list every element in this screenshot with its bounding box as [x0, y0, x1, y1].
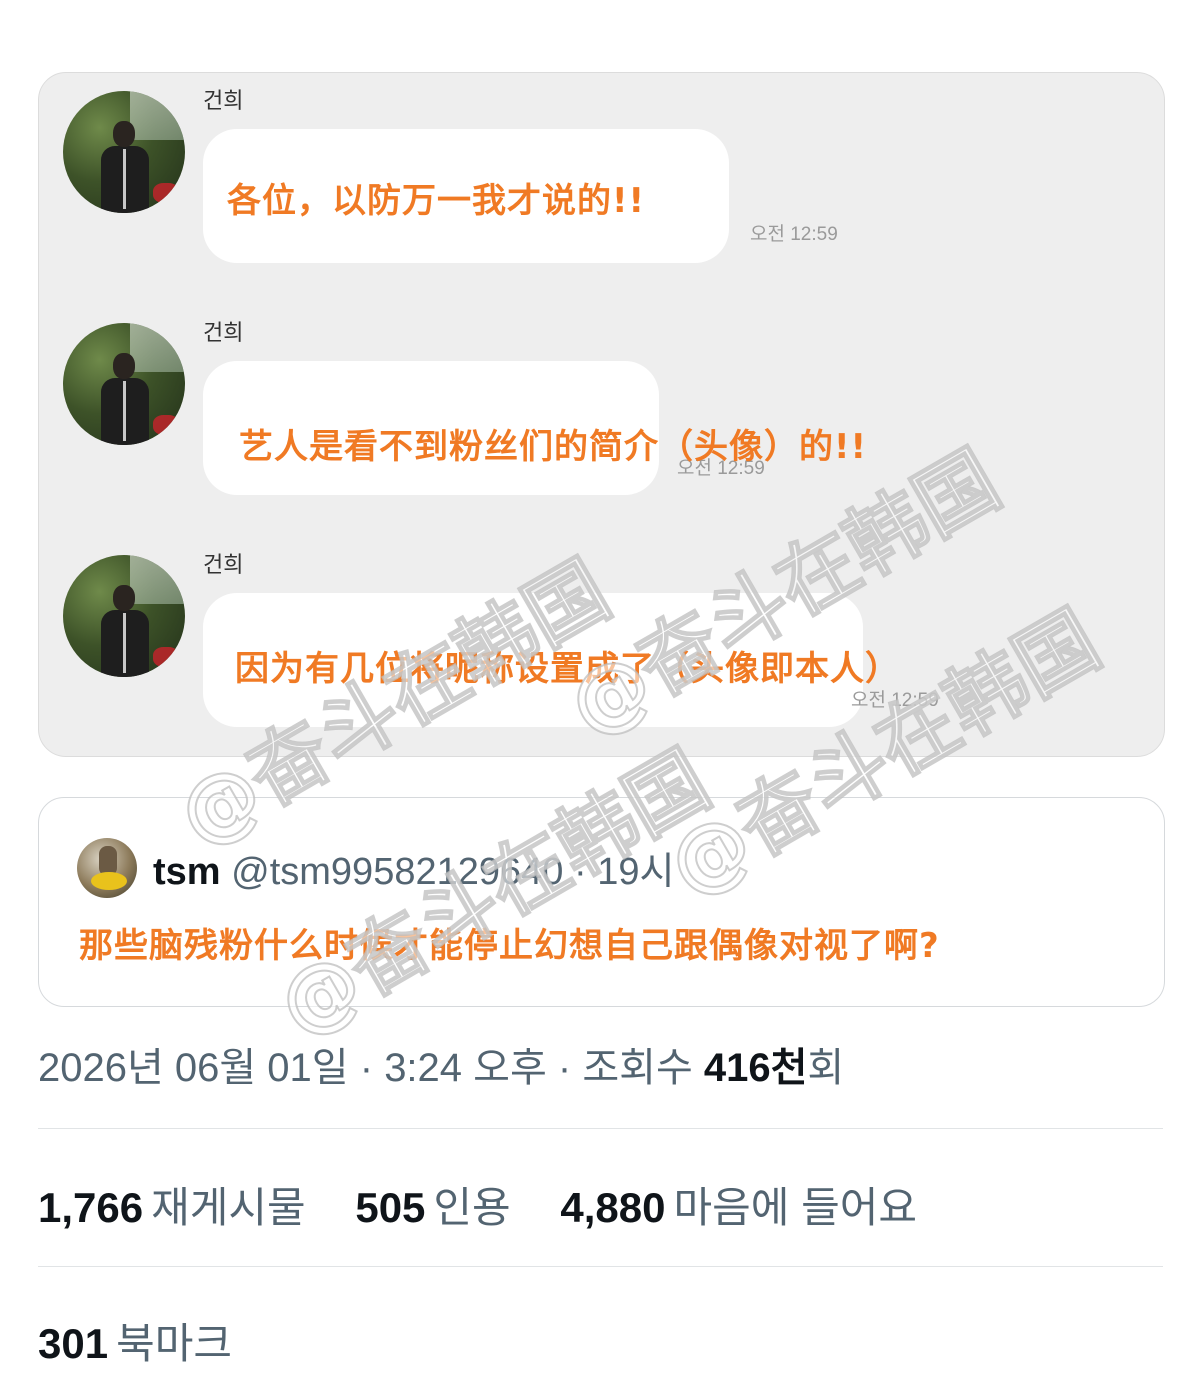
sender-name: 건희	[203, 320, 244, 345]
likes-label: 마음에 들어요	[673, 1184, 917, 1231]
chat-message: 건희 오전 12:59 因为有几位将昵称设置成了（头像即本人）	[39, 537, 1164, 756]
sender-avatar	[63, 555, 185, 677]
quoted-post[interactable]: tsm @tsm99582129640 · 19시 那些脑残粉什么时候才能停止幻…	[38, 797, 1165, 1007]
quoted-user-avatar[interactable]	[77, 838, 137, 898]
sender-name: 건희	[203, 552, 244, 577]
likes-stat[interactable]: 4,880 마음에 들어요	[560, 1184, 917, 1231]
post-date[interactable]: 2026년 06월 01일	[38, 1046, 349, 1090]
reposts-count: 1,766	[38, 1184, 144, 1231]
bookmarks-stat[interactable]: 301 북마크	[38, 1310, 232, 1371]
quoted-user-name[interactable]: tsm	[153, 851, 221, 893]
message-bubble: 各位，以防万一我才说的!!	[203, 129, 729, 263]
post-time[interactable]: 3:24 오후	[384, 1046, 547, 1090]
quoted-user-handle[interactable]: @tsm99582129640	[231, 851, 563, 893]
quotes-label: 인용	[433, 1184, 511, 1231]
views-count: 416천	[703, 1046, 808, 1090]
sender-avatar	[63, 91, 185, 213]
reposts-label: 재게시물	[151, 1184, 306, 1231]
likes-count: 4,880	[560, 1184, 666, 1231]
chat-screenshot-card: 건희 各位，以防万一我才说的!! 오전 12:59 건희 오전 12:59 艺人…	[38, 72, 1165, 757]
bookmarks-label: 북마크	[116, 1320, 232, 1367]
post-meta: 2026년 06월 01일 · 3:24 오후 · 조회수 416천회	[38, 1035, 844, 1093]
quoted-post-time[interactable]: 19시	[597, 851, 674, 893]
chat-message: 건희 各位，以防万一我才说的!! 오전 12:59	[39, 73, 1164, 293]
views-label: 조회수	[582, 1046, 693, 1090]
sender-name: 건희	[203, 88, 244, 113]
quoted-post-header: tsm @tsm99582129640 · 19시	[153, 840, 674, 895]
message-time: 오전 12:59	[750, 224, 838, 245]
bookmarks-count: 301	[38, 1320, 109, 1367]
separator-dot: ·	[359, 1046, 374, 1090]
views-suffix: 회	[807, 1046, 845, 1090]
quoted-post-text: 那些脑残粉什么时候才能停止幻想自己跟偶像对视了啊?	[79, 926, 940, 966]
engagement-stats: 1,766 재게시물 505 인용 4,880 마음에 들어요	[38, 1174, 955, 1235]
message-annotation: 因为有几位将昵称设置成了（头像即本人）	[235, 649, 900, 689]
message-annotation: 各位，以防万一我才说的!!	[227, 181, 646, 221]
quotes-count: 505	[355, 1184, 426, 1231]
sender-avatar	[63, 323, 185, 445]
chat-message: 건희 오전 12:59 艺人是看不到粉丝们的简介（头像）的!!	[39, 305, 1164, 525]
separator-dot: ·	[573, 851, 587, 893]
divider	[38, 1266, 1163, 1267]
message-annotation: 艺人是看不到粉丝们的简介（头像）的!!	[239, 427, 868, 467]
separator-dot: ·	[557, 1046, 572, 1090]
reposts-stat[interactable]: 1,766 재게시물	[38, 1184, 306, 1231]
divider	[38, 1128, 1163, 1129]
quotes-stat[interactable]: 505 인용	[355, 1184, 510, 1231]
